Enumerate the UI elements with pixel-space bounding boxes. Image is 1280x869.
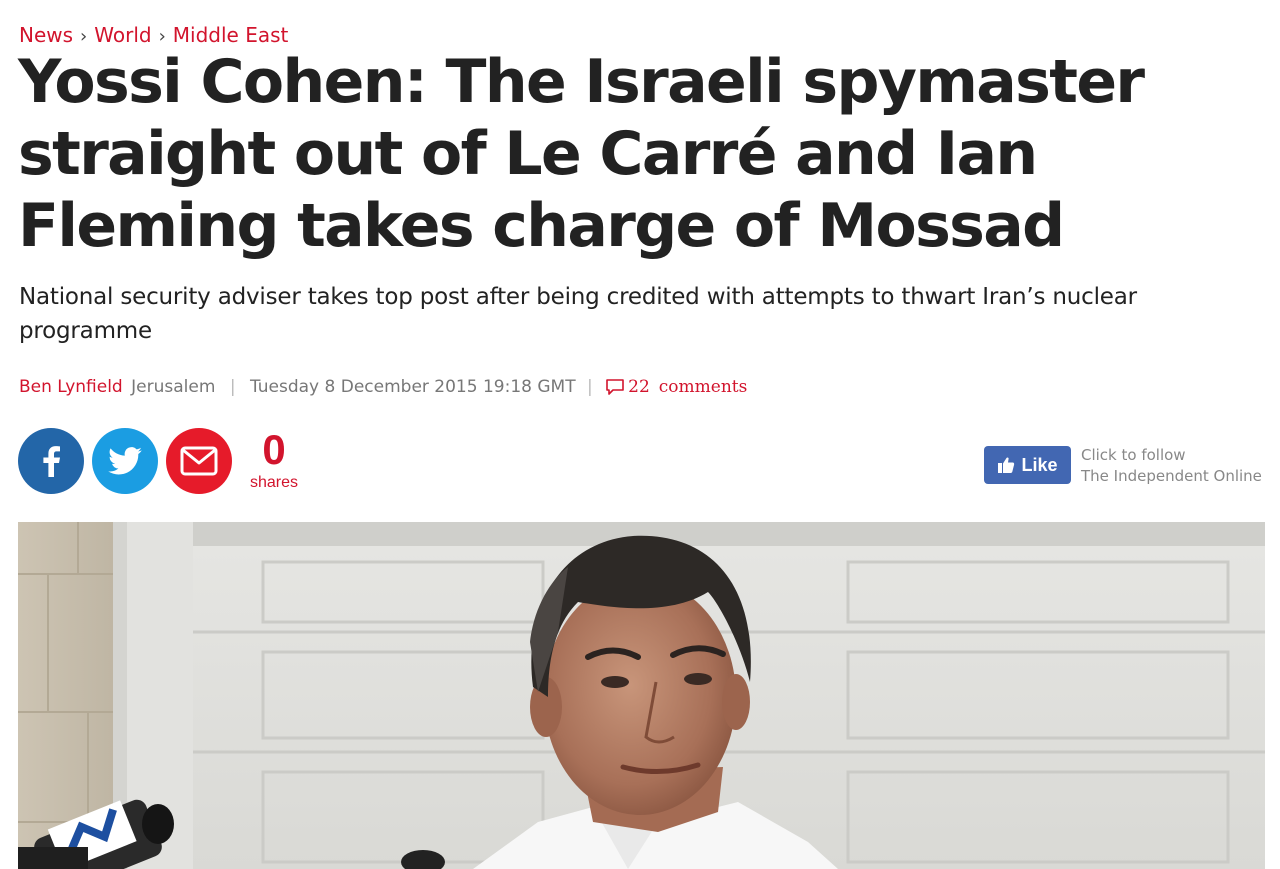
share-twitter-button[interactable] [92, 428, 158, 494]
envelope-icon [180, 446, 218, 476]
breadcrumb-separator: › [158, 26, 166, 47]
twitter-icon [108, 447, 142, 475]
follow-line-1: Click to follow [1081, 446, 1186, 464]
comments-link[interactable]: 22 comments [605, 377, 747, 397]
comments-label: comments [658, 377, 748, 397]
breadcrumb-world[interactable]: World [94, 23, 151, 47]
article-meta: Ben Lynfield Jerusalem | Tuesday 8 Decem… [19, 372, 747, 402]
meta-divider: | [587, 377, 593, 397]
share-count-label: shares [249, 474, 299, 491]
follow-text: Click to follow The Independent Online [1081, 445, 1271, 487]
article-headline: Yossi Cohen: The Israeli spymaster strai… [18, 47, 1145, 261]
article-standfirst: National security adviser takes top post… [19, 284, 1137, 344]
share-count-number: 0 [262, 426, 286, 473]
facebook-like-button[interactable]: Like [984, 446, 1071, 484]
hero-photo-illustration [18, 522, 1265, 869]
breadcrumb-news[interactable]: News [19, 23, 73, 47]
thumbs-up-icon [998, 457, 1015, 473]
follow-line-2: The Independent Online [1081, 467, 1262, 485]
comment-bubble-icon [606, 379, 624, 395]
meta-divider: | [229, 377, 236, 397]
share-facebook-button[interactable] [18, 428, 84, 494]
facebook-icon [43, 446, 60, 477]
like-label: Like [1021, 454, 1058, 475]
share-email-button[interactable] [166, 428, 232, 494]
author-location: Jerusalem [131, 377, 216, 397]
comment-count: 22 [628, 377, 650, 397]
publish-date: Tuesday 8 December 2015 19:18 GMT [249, 377, 576, 397]
hero-image [18, 522, 1265, 869]
breadcrumb-middle-east[interactable]: Middle East [173, 23, 289, 47]
share-counter: 0 shares [244, 426, 304, 492]
breadcrumb-separator: › [80, 26, 88, 47]
author-link[interactable]: Ben Lynfield [19, 377, 123, 397]
